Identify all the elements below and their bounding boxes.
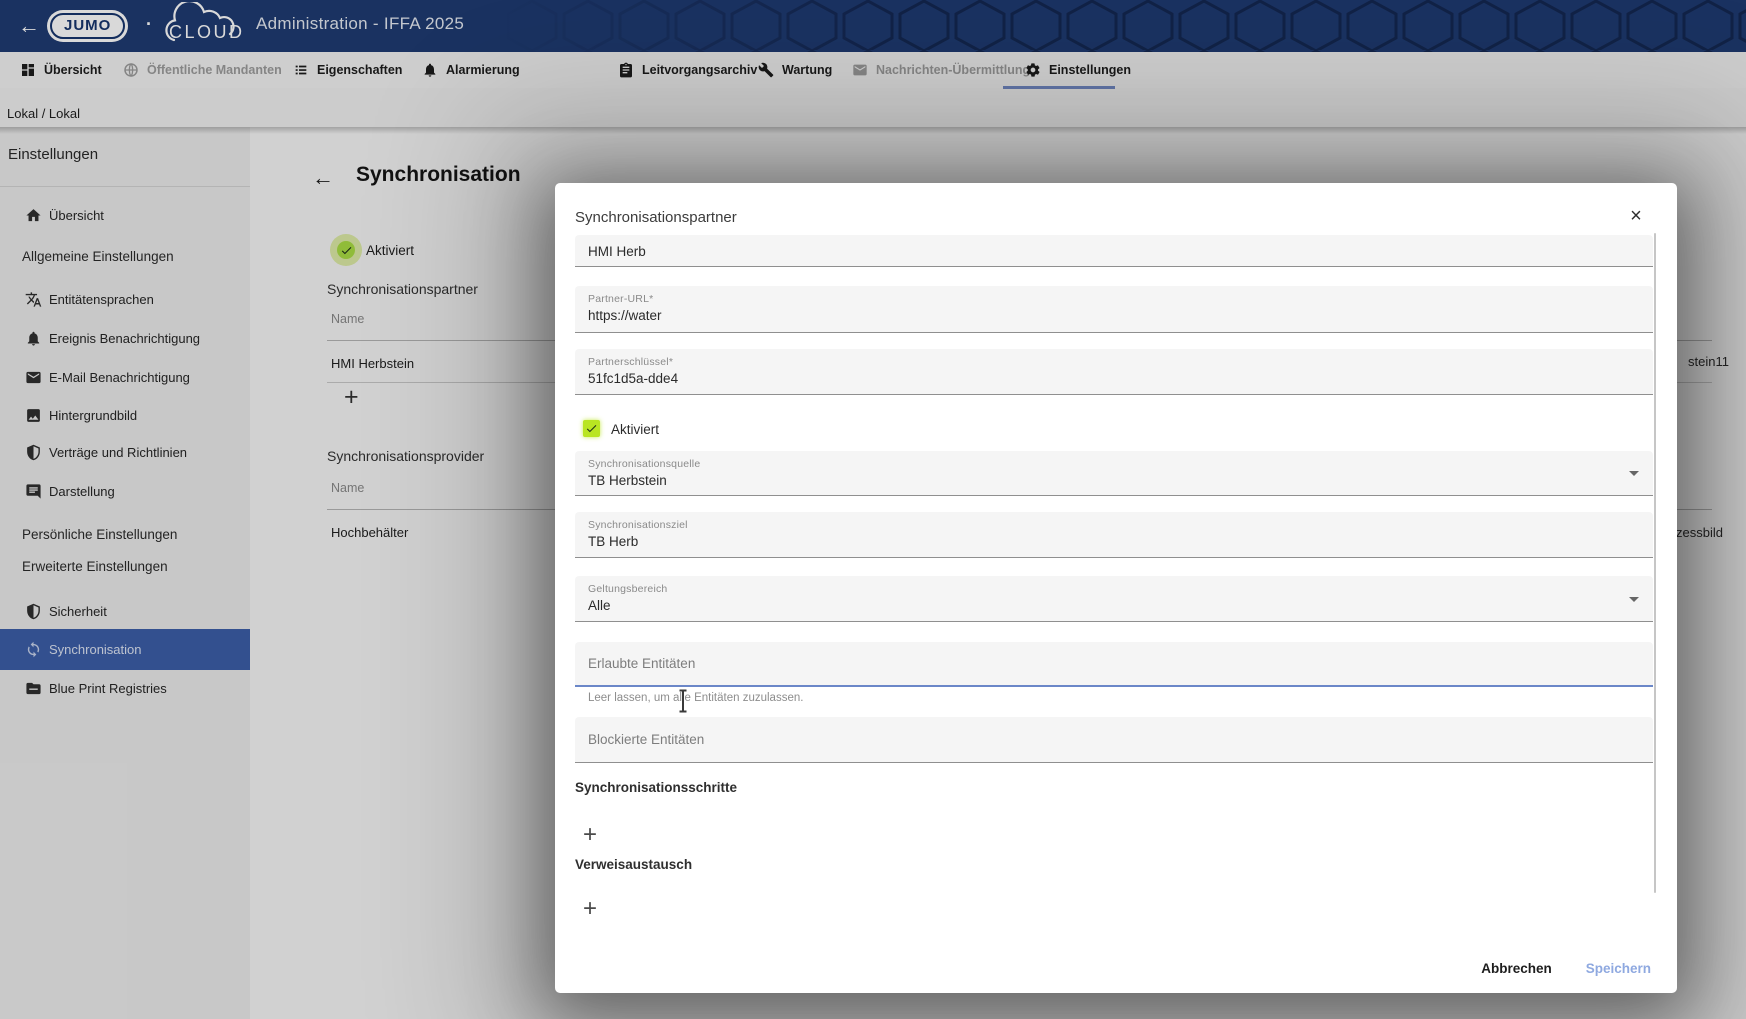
cancel-button[interactable]: Abbrechen bbox=[1479, 957, 1554, 980]
scope-value: Alle bbox=[588, 598, 611, 613]
allowed-entities-input[interactable]: Erlaubte Entitäten bbox=[575, 642, 1653, 687]
sync-target-label: Synchronisationsziel bbox=[588, 519, 688, 531]
partner-enabled-label: Aktiviert bbox=[611, 422, 659, 437]
modal-scrollbar[interactable] bbox=[1654, 233, 1656, 893]
scope-select[interactable]: Geltungsbereich Alle bbox=[575, 576, 1653, 622]
sync-source-value: TB Herbstein bbox=[588, 473, 667, 488]
close-icon[interactable]: × bbox=[1623, 203, 1649, 229]
sync-target-input[interactable]: Synchronisationsziel TB Herb bbox=[575, 512, 1653, 558]
scope-label: Geltungsbereich bbox=[588, 583, 667, 595]
partner-key-value: 51fc1d5a-dde4 bbox=[588, 371, 678, 386]
dialog-title: Synchronisationspartner bbox=[575, 209, 737, 226]
sync-partner-dialog: Synchronisationspartner × ····· HMI Herb… bbox=[555, 183, 1677, 993]
name-value: HMI Herb bbox=[588, 244, 646, 259]
chevron-down-icon bbox=[1629, 471, 1639, 476]
app-screen: ← JUMO · CLOUD Administration - IFFA 202… bbox=[0, 0, 1746, 1019]
allowed-entities-placeholder: Erlaubte Entitäten bbox=[588, 642, 695, 685]
sync-source-label: Synchronisationsquelle bbox=[588, 458, 700, 470]
chevron-down-icon bbox=[1629, 597, 1639, 602]
partner-url-value: https://water bbox=[588, 308, 662, 323]
add-sync-step-button[interactable]: + bbox=[583, 823, 597, 847]
partner-key-input[interactable]: Partnerschlüssel* 51fc1d5a-dde4 bbox=[575, 349, 1653, 395]
check-icon bbox=[585, 422, 598, 435]
blocked-entities-input[interactable]: Blockierte Entitäten bbox=[575, 717, 1653, 763]
reference-exchange-section-title: Verweisaustausch bbox=[575, 857, 692, 872]
dialog-footer: Abbrechen Speichern bbox=[1479, 957, 1653, 980]
partner-enabled-checkbox[interactable] bbox=[583, 420, 600, 437]
sync-target-value: TB Herb bbox=[588, 534, 638, 549]
partner-key-label: Partnerschlüssel* bbox=[588, 356, 673, 368]
ibeam-cursor bbox=[676, 688, 690, 714]
sync-steps-section-title: Synchronisationsschritte bbox=[575, 780, 737, 795]
save-button[interactable]: Speichern bbox=[1584, 957, 1653, 980]
partner-url-input[interactable]: Partner-URL* https://water bbox=[575, 286, 1653, 333]
allowed-entities-helper-text: Leer lassen, um alle Entitäten zuzulasse… bbox=[588, 692, 803, 704]
partner-url-label: Partner-URL* bbox=[588, 293, 653, 305]
blocked-entities-placeholder: Blockierte Entitäten bbox=[588, 717, 704, 762]
name-input[interactable]: ····· HMI Herb bbox=[575, 235, 1653, 267]
add-reference-exchange-button[interactable]: + bbox=[583, 897, 597, 921]
sync-source-select[interactable]: Synchronisationsquelle TB Herbstein bbox=[575, 451, 1653, 496]
